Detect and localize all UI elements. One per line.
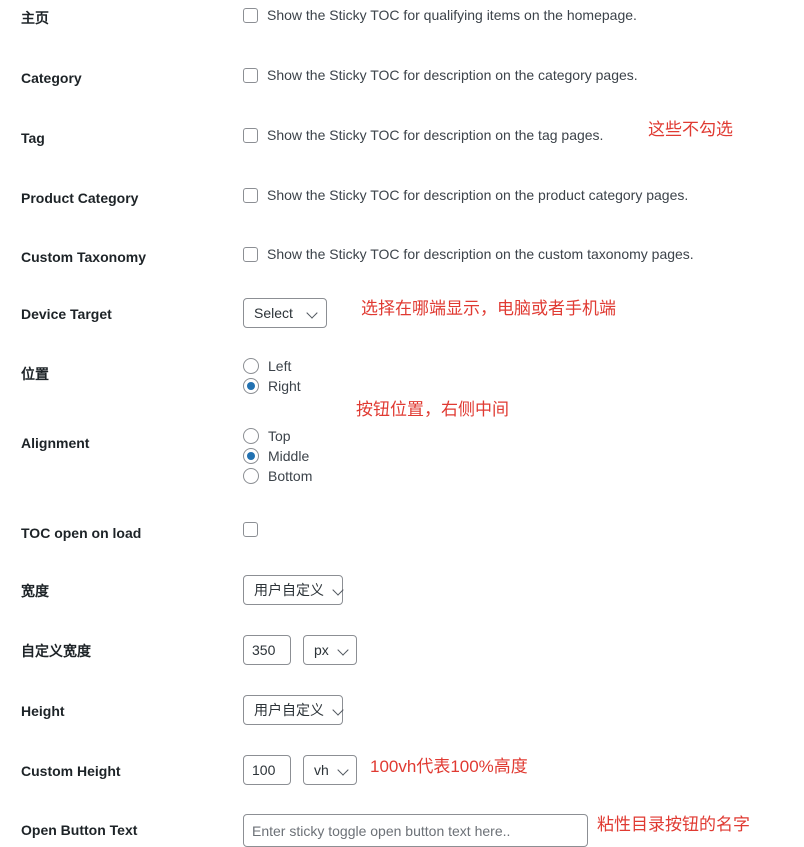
chevron-down-icon	[334, 705, 344, 715]
device-target-value: Select	[254, 305, 293, 321]
checkbox-label-custom-taxonomy: Show the Sticky TOC for description on t…	[267, 246, 694, 262]
row-label-custom-height: Custom Height	[21, 763, 121, 779]
checkbox-box-icon[interactable]	[243, 188, 258, 203]
row-label-homepage: 主页	[21, 10, 49, 26]
annotation-custom-height: 100vh代表100%高度	[370, 757, 528, 776]
checkbox-custom-taxonomy[interactable]: Show the Sticky TOC for description on t…	[243, 246, 694, 262]
row-field-custom-width: px	[243, 635, 357, 665]
height-select-value: 用户自定义	[254, 702, 324, 718]
chevron-down-icon	[339, 765, 349, 775]
radio-position-left[interactable]: Left	[243, 358, 301, 374]
checkbox-category[interactable]: Show the Sticky TOC for description on t…	[243, 67, 638, 83]
radio-circle-selected-icon[interactable]	[243, 448, 259, 464]
row-field-toc-open-on-load	[243, 521, 258, 537]
radio-label-left: Left	[268, 358, 292, 374]
annotation-do-not-check: 这些不勾选	[648, 120, 733, 139]
radio-label-right: Right	[268, 378, 301, 394]
radio-position-right[interactable]: Right	[243, 378, 301, 394]
row-label-position: 位置	[21, 366, 49, 382]
row-label-toc-open-on-load: TOC open on load	[21, 525, 142, 541]
row-label-width: 宽度	[21, 583, 49, 599]
annotation-button-position: 按钮位置，右侧中间	[356, 400, 509, 419]
checkbox-box-icon[interactable]	[243, 68, 258, 83]
row-label-height: Height	[21, 703, 65, 719]
row-field-product-category: Show the Sticky TOC for description on t…	[243, 187, 688, 203]
alignment-radio-group: Top Middle Bottom	[243, 428, 312, 484]
row-field-custom-height: vh	[243, 755, 357, 785]
checkbox-tag[interactable]: Show the Sticky TOC for description on t…	[243, 127, 603, 143]
row-label-custom-width: 自定义宽度	[21, 643, 91, 659]
height-select[interactable]: 用户自定义	[243, 695, 343, 725]
width-select[interactable]: 用户自定义	[243, 575, 343, 605]
custom-width-unit-value: px	[314, 642, 329, 658]
custom-height-unit-value: vh	[314, 762, 329, 778]
chevron-down-icon	[308, 308, 318, 318]
custom-width-input[interactable]	[243, 635, 291, 665]
checkbox-box-icon[interactable]	[243, 128, 258, 143]
custom-width-unit-select[interactable]: px	[303, 635, 357, 665]
checkbox-box-icon[interactable]	[243, 522, 258, 537]
radio-alignment-top[interactable]: Top	[243, 428, 312, 444]
checkbox-label-product-category: Show the Sticky TOC for description on t…	[267, 187, 689, 203]
position-radio-group: Left Right	[243, 358, 301, 394]
checkbox-toc-open-on-load[interactable]	[243, 521, 258, 537]
row-field-height: 用户自定义	[243, 695, 343, 725]
width-select-value: 用户自定义	[254, 582, 324, 598]
row-field-open-button-text	[243, 814, 588, 847]
row-field-position: Left Right	[243, 358, 301, 394]
radio-label-bottom: Bottom	[268, 468, 313, 484]
device-target-select[interactable]: Select	[243, 298, 327, 328]
radio-circle-icon[interactable]	[243, 428, 259, 444]
row-label-open-button-text: Open Button Text	[21, 822, 138, 838]
row-field-tag: Show the Sticky TOC for description on t…	[243, 127, 603, 143]
radio-circle-icon[interactable]	[243, 358, 259, 374]
chevron-down-icon	[339, 645, 349, 655]
custom-height-controls: vh	[243, 755, 357, 785]
row-field-device-target: Select	[243, 298, 327, 328]
open-button-text-input[interactable]	[243, 814, 588, 847]
row-field-custom-taxonomy: Show the Sticky TOC for description on t…	[243, 246, 694, 262]
row-label-custom-taxonomy: Custom Taxonomy	[21, 249, 146, 265]
annotation-open-button-text: 粘性目录按钮的名字	[597, 815, 750, 834]
row-label-alignment: Alignment	[21, 435, 90, 451]
row-label-product-category: Product Category	[21, 190, 139, 206]
chevron-down-icon	[334, 585, 344, 595]
radio-circle-icon[interactable]	[243, 468, 259, 484]
radio-alignment-bottom[interactable]: Bottom	[243, 468, 312, 484]
checkbox-box-icon[interactable]	[243, 8, 258, 23]
row-field-width: 用户自定义	[243, 575, 343, 605]
checkbox-label-homepage: Show the Sticky TOC for qualifying items…	[267, 7, 637, 23]
custom-height-input[interactable]	[243, 755, 291, 785]
row-field-category: Show the Sticky TOC for description on t…	[243, 67, 638, 83]
checkbox-homepage[interactable]: Show the Sticky TOC for qualifying items…	[243, 7, 637, 23]
checkbox-label-tag: Show the Sticky TOC for description on t…	[267, 127, 604, 143]
row-label-category: Category	[21, 70, 82, 86]
checkbox-box-icon[interactable]	[243, 247, 258, 262]
custom-width-controls: px	[243, 635, 357, 665]
radio-alignment-middle[interactable]: Middle	[243, 448, 312, 464]
row-field-homepage: Show the Sticky TOC for qualifying items…	[243, 7, 637, 23]
row-label-tag: Tag	[21, 130, 45, 146]
row-label-device-target: Device Target	[21, 306, 112, 322]
checkbox-label-category: Show the Sticky TOC for description on t…	[267, 67, 638, 83]
annotation-device-target: 选择在哪端显示，电脑或者手机端	[361, 299, 616, 318]
row-field-alignment: Top Middle Bottom	[243, 428, 312, 484]
custom-height-unit-select[interactable]: vh	[303, 755, 357, 785]
radio-label-top: Top	[268, 428, 291, 444]
checkbox-product-category[interactable]: Show the Sticky TOC for description on t…	[243, 187, 688, 203]
radio-circle-selected-icon[interactable]	[243, 378, 259, 394]
radio-label-middle: Middle	[268, 448, 310, 464]
